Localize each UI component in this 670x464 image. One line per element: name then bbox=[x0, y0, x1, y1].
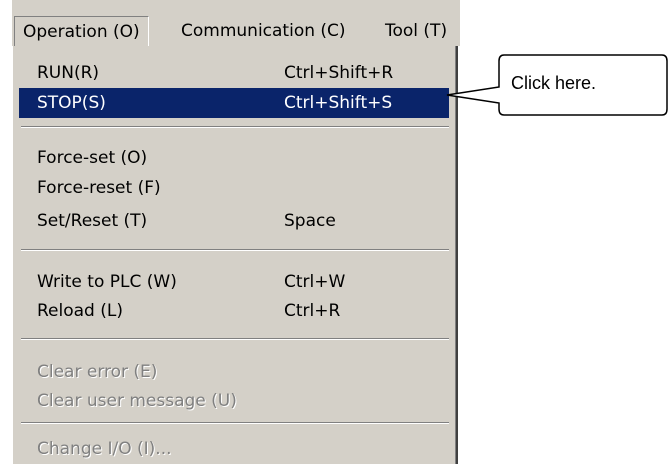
menu-bar: Operation (O) Communication (C) Tool (T) bbox=[0, 0, 670, 47]
menu-item-label: Clear error (E) bbox=[37, 362, 158, 382]
menu-item-stop[interactable]: STOP(S) Ctrl+Shift+S bbox=[19, 88, 449, 118]
menu-item-run[interactable]: RUN(R) Ctrl+Shift+R bbox=[19, 58, 449, 88]
menu-item-shortcut: Ctrl+Shift+S bbox=[284, 93, 393, 113]
menu-item-set-reset[interactable]: Set/Reset (T) Space bbox=[19, 206, 449, 236]
menu-separator bbox=[21, 249, 449, 251]
menu-separator bbox=[21, 126, 449, 128]
menu-item-shortcut: Ctrl+Shift+R bbox=[284, 63, 394, 83]
menu-item-force-reset[interactable]: Force-reset (F) bbox=[19, 173, 449, 203]
menu-item-clear-error: Clear error (E) bbox=[19, 357, 449, 387]
menu-item-label: STOP(S) bbox=[37, 93, 106, 113]
menu-item-label: Change I/O (I)... bbox=[37, 439, 172, 459]
menu-item-label: Reload (L) bbox=[37, 301, 123, 321]
operation-dropdown-menu: RUN(R) Ctrl+Shift+R STOP(S) Ctrl+Shift+S… bbox=[12, 46, 458, 464]
menu-item-force-set[interactable]: Force-set (O) bbox=[19, 143, 449, 173]
menu-item-shortcut: Ctrl+W bbox=[284, 272, 346, 292]
callout-bubble: Click here. bbox=[446, 54, 668, 117]
menu-operation[interactable]: Operation (O) bbox=[14, 16, 149, 47]
menu-communication[interactable]: Communication (C) bbox=[181, 16, 346, 46]
menu-item-label: Force-reset (F) bbox=[37, 178, 161, 198]
menu-item-label: RUN(R) bbox=[37, 63, 100, 83]
menu-separator bbox=[21, 422, 449, 424]
menu-item-shortcut: Ctrl+R bbox=[284, 301, 341, 321]
menu-tool[interactable]: Tool (T) bbox=[385, 16, 447, 46]
menu-item-label: Clear user message (U) bbox=[37, 391, 237, 411]
menu-item-clear-user-message: Clear user message (U) bbox=[19, 386, 449, 416]
menu-item-shortcut: Space bbox=[284, 211, 336, 231]
menu-separator bbox=[21, 338, 449, 340]
menu-item-write-to-plc[interactable]: Write to PLC (W) Ctrl+W bbox=[19, 267, 449, 297]
menu-item-label: Write to PLC (W) bbox=[37, 272, 177, 292]
menu-item-change-io: Change I/O (I)... bbox=[19, 434, 449, 464]
menu-item-reload[interactable]: Reload (L) Ctrl+R bbox=[19, 296, 449, 326]
callout-text: Click here. bbox=[511, 73, 597, 93]
menu-item-label: Force-set (O) bbox=[37, 148, 148, 168]
menu-item-label: Set/Reset (T) bbox=[37, 211, 148, 231]
